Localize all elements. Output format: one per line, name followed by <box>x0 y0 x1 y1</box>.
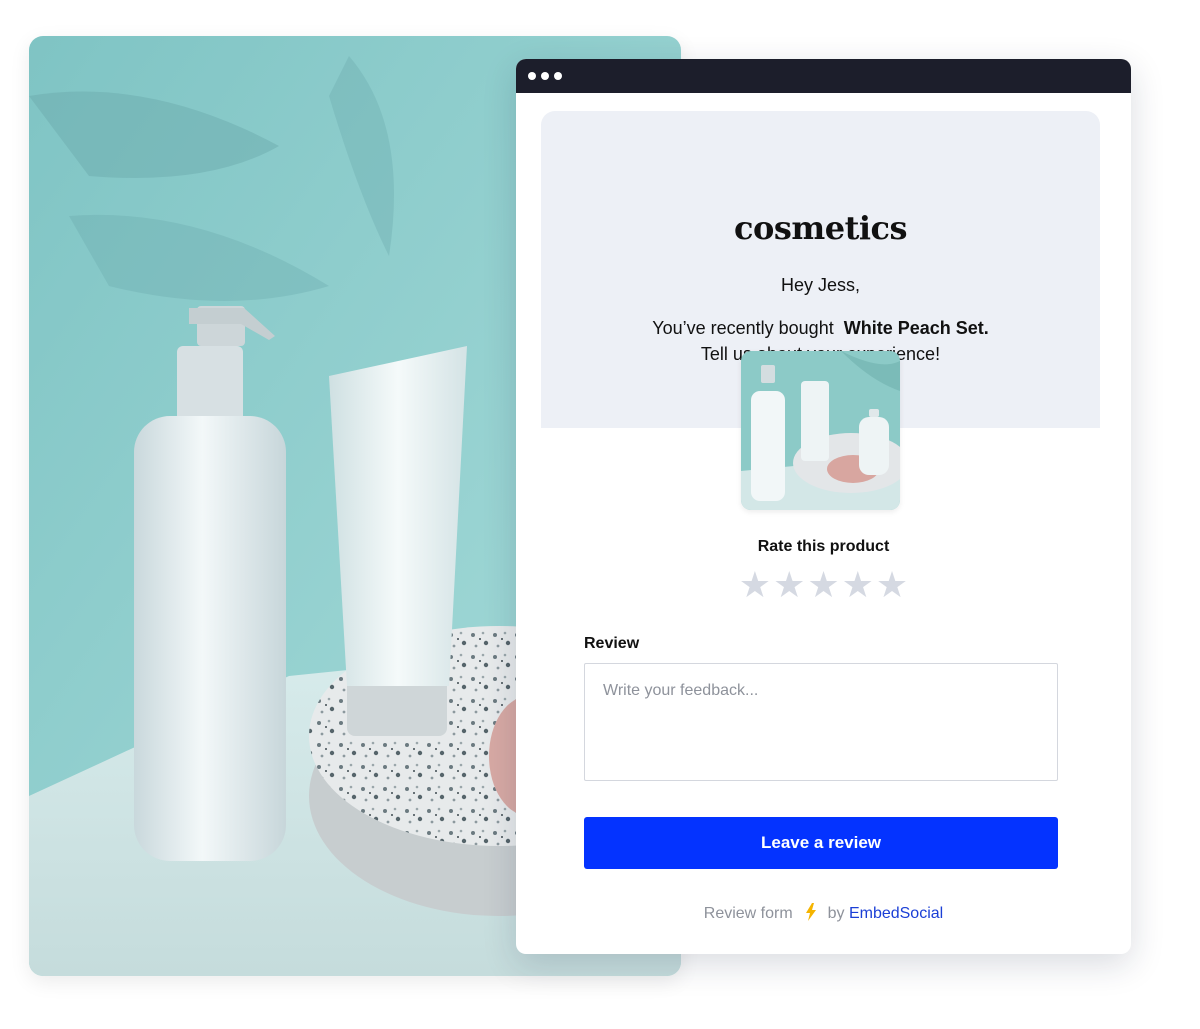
greeting: Hey Jess, <box>780 275 861 295</box>
star-icon[interactable]: ★ <box>842 564 874 606</box>
review-input[interactable] <box>584 663 1058 781</box>
footer-prefix: Review form <box>703 905 793 922</box>
product-name: White Peach Set. <box>843 318 989 338</box>
star-icon[interactable]: ★ <box>773 564 805 606</box>
star-icon[interactable]: ★ <box>739 564 771 606</box>
window-titlebar <box>516 59 1131 93</box>
footer-by: by <box>827 905 845 922</box>
window-dot-icon <box>528 72 536 80</box>
review-label: Review <box>584 635 640 652</box>
star-icon[interactable]: ★ <box>807 564 839 606</box>
leave-review-button[interactable]: Leave a review <box>584 817 1058 869</box>
review-form-window: cosmetics Hey Jess, You’ve recently boug… <box>516 59 1131 954</box>
product-thumbnail <box>741 351 900 510</box>
window-dot-icon <box>541 72 549 80</box>
star-icon[interactable]: ★ <box>876 564 908 606</box>
powered-by-footer: Review form by EmbedSocial <box>516 903 1131 926</box>
window-dot-icon <box>554 72 562 80</box>
lightning-bolt-icon <box>805 903 817 926</box>
star-rating[interactable]: ★ ★ ★ ★ ★ <box>516 564 1131 606</box>
rate-product-title: Rate this product <box>757 538 890 555</box>
purchase-message: You’ve recently bought White Peach Set. <box>541 318 1100 339</box>
brand-logo: cosmetics <box>734 209 908 247</box>
embedsocial-link[interactable]: EmbedSocial <box>849 905 943 922</box>
product-thumbnail-illustration <box>741 351 900 510</box>
purchase-message-prefix: You’ve recently bought <box>652 318 844 338</box>
